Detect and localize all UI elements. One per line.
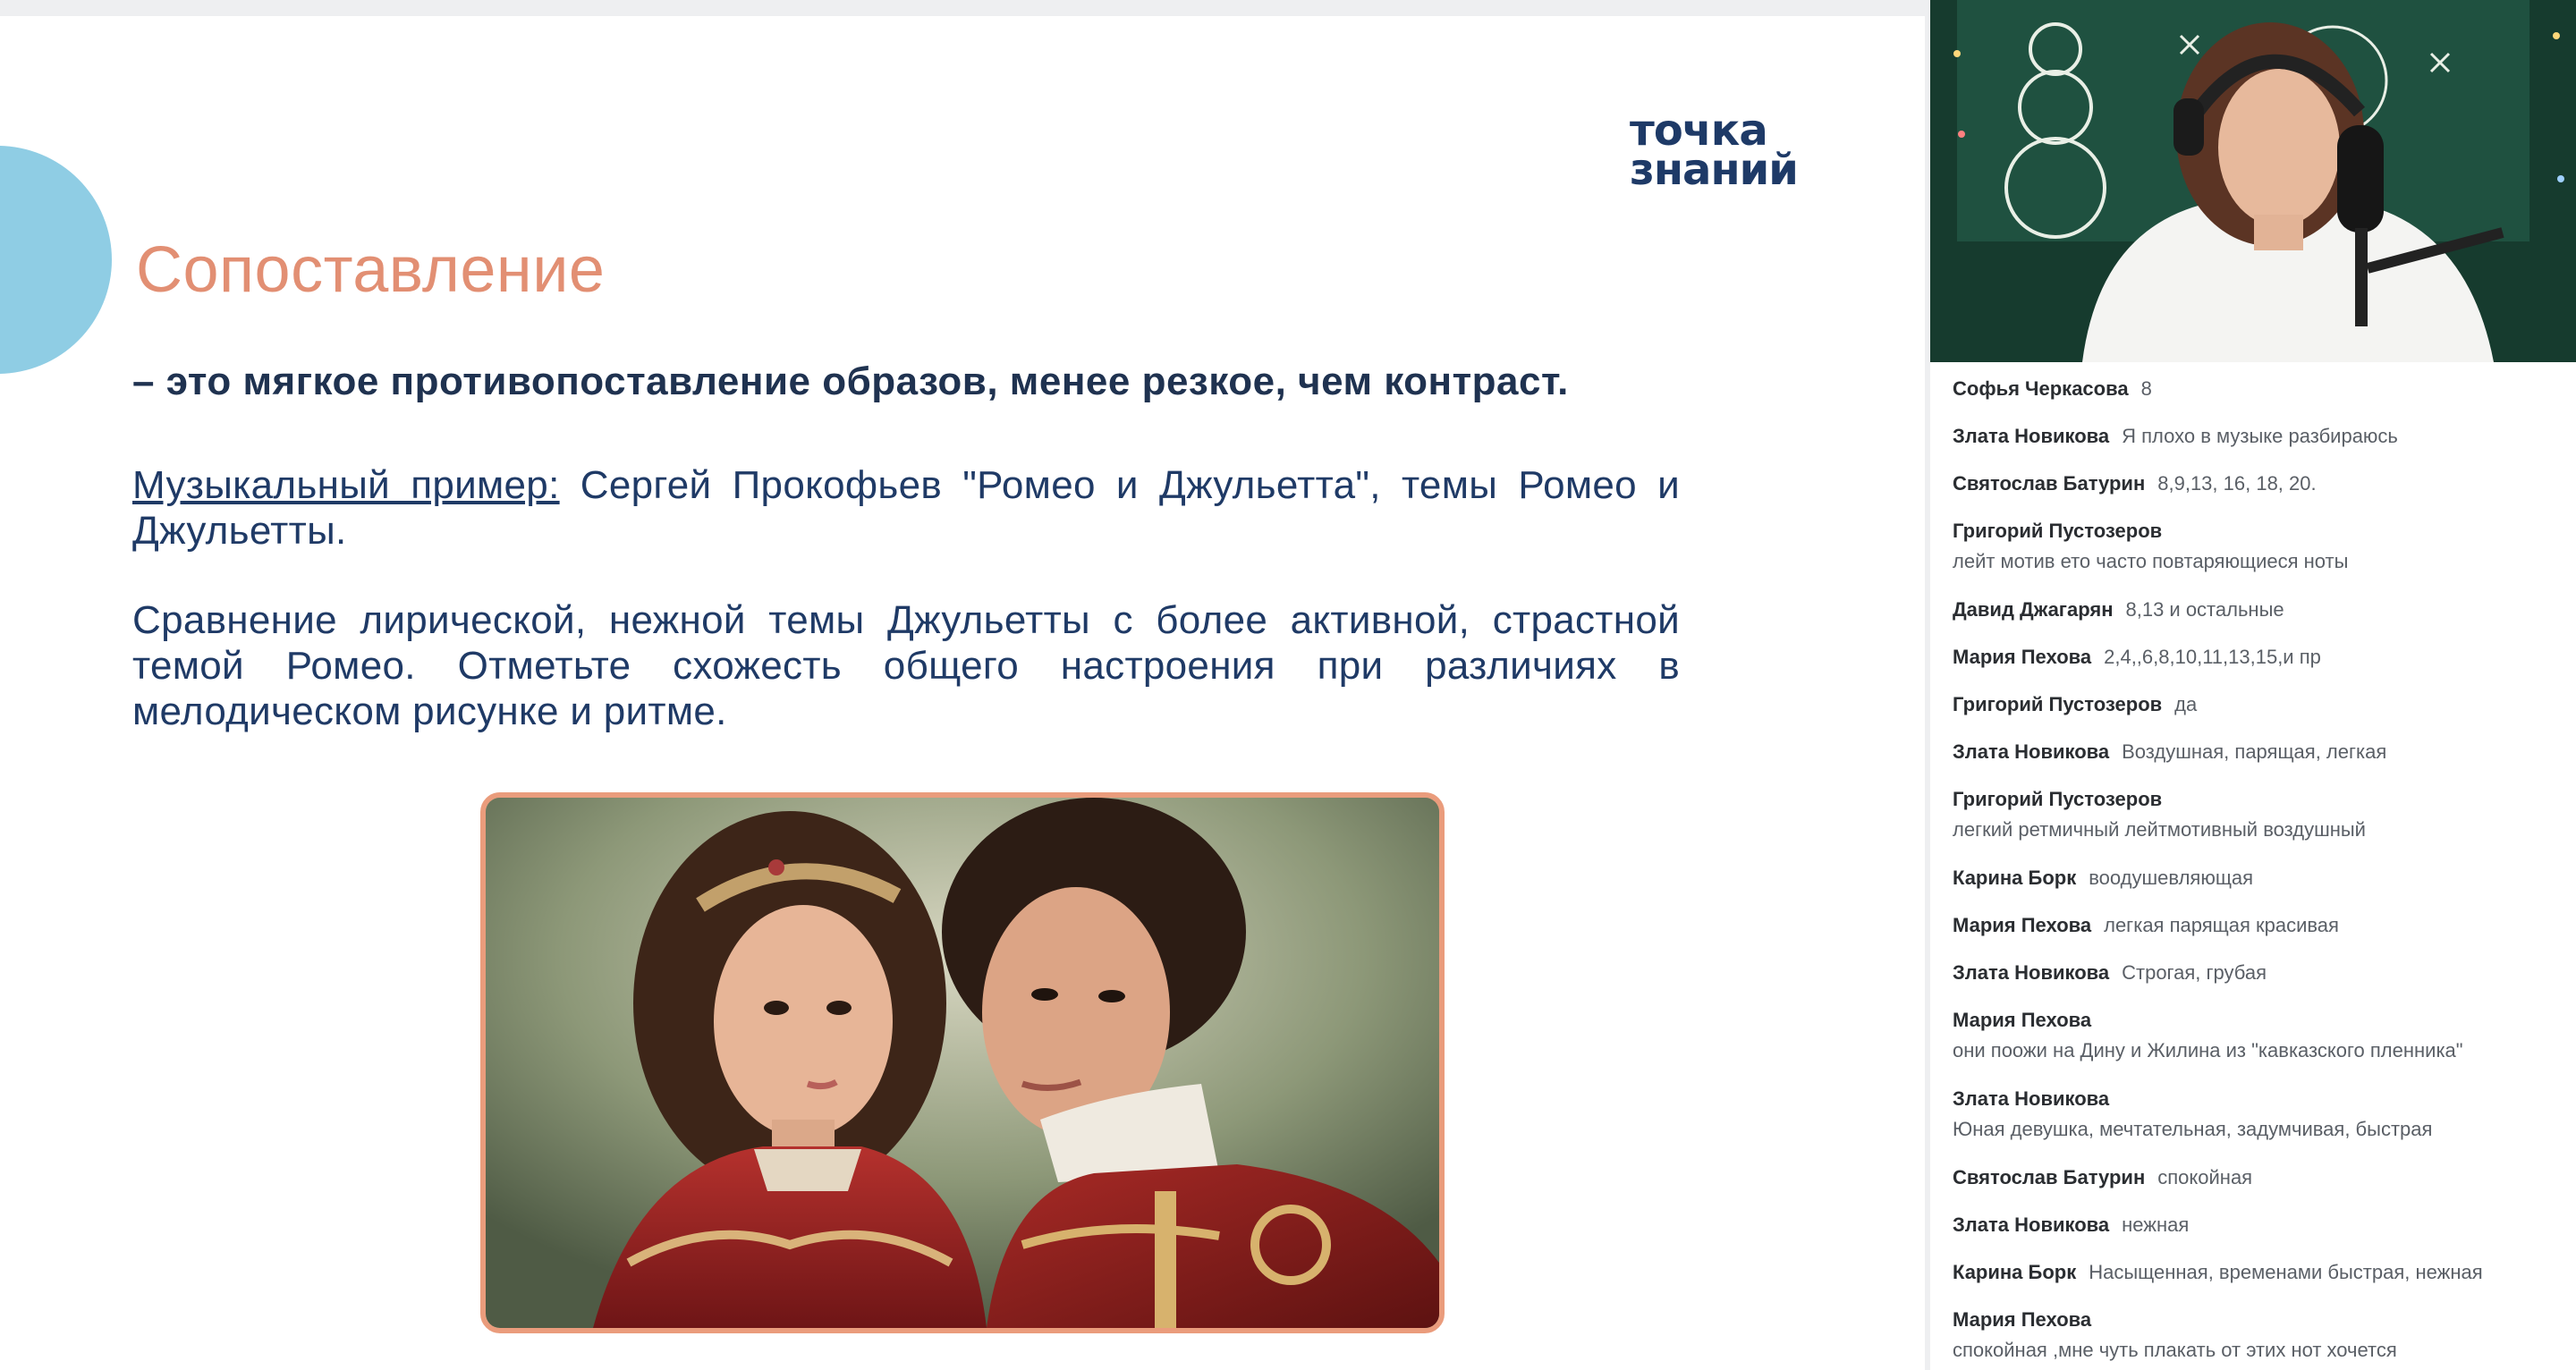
chat-message: Мария Пехова спокойная ,мне чуть плакать … — [1953, 1305, 2570, 1366]
chat-message-author: Софья Черкасова — [1953, 377, 2129, 400]
chat-message-text: Я плохо в музыке разбираюсь — [2122, 425, 2398, 447]
screen: точка знаний Сопоставление – это мягкое … — [0, 0, 2576, 1370]
chat-message: Григорий Пустозеров лейт мотив ето часто … — [1953, 516, 2570, 577]
chat-message: Злата Новикова Строгая, грубая — [1953, 958, 2570, 988]
music-example-paragraph: Музыкальный пример: Сергей Прокофьев "Ро… — [132, 462, 1680, 554]
chat-message-text: нежная — [2122, 1214, 2190, 1236]
presentation-slide: точка знаний Сопоставление – это мягкое … — [0, 16, 1925, 1370]
chat-message: Давид Джагарян 8,13 и остальные — [1953, 595, 2570, 625]
chat-message: Софья Черкасова 8 — [1953, 374, 2570, 404]
chat-message-text: да — [2174, 693, 2198, 715]
chat-message: Григорий Пустозеров да — [1953, 689, 2570, 720]
chat-message-text: лейт мотив ето часто повтаряющиеся ноты — [1953, 550, 2349, 572]
chat-message-author: Мария Пехова — [1953, 646, 2092, 668]
chat-message-author: Злата Новикова — [1953, 740, 2110, 763]
chat-message-author: Григорий Пустозеров — [1953, 520, 2163, 542]
chat-message-text: Насыщенная, временами быстрая, нежная — [2089, 1261, 2483, 1283]
chat-message: Святослав Батурин спокойная — [1953, 1163, 2570, 1193]
chat-message-text: легкий ретмичный лейтмотивный воздушный — [1953, 818, 2366, 841]
chat-message-author: Мария Пехова — [1953, 1009, 2092, 1031]
chat-message: Григорий Пустозеров легкий ретмичный лейт… — [1953, 784, 2570, 845]
romeo-juliet-image — [480, 792, 1445, 1333]
chat-message-author: Злата Новикова — [1953, 1214, 2110, 1236]
chat-message-text: 8,9,13, 16, 18, 20. — [2157, 472, 2317, 495]
webcam-video — [1930, 0, 2576, 362]
comparison-paragraph: Сравнение лирической, нежной темы Джулье… — [132, 598, 1680, 733]
chat-message-text: 2,4,,6,8,10,11,13,15,и пр — [2104, 646, 2321, 668]
chat-message-author: Святослав Батурин — [1953, 472, 2146, 495]
chat-panel: Софья Черкасова 8 Злата Новикова Я плохо в … — [1930, 362, 2576, 1370]
chat-message: Злата Новикова Воздушная, парящая, легкая — [1953, 737, 2570, 767]
chat-message-text: спокойная ,мне чуть плакать от этих нот … — [1953, 1339, 2397, 1361]
chat-message-text: 8 — [2140, 377, 2152, 400]
chat-message-author: Мария Пехова — [1953, 914, 2092, 936]
chat-message: Злата Новикова Я плохо в музыке разбираюс… — [1953, 421, 2570, 452]
decorative-circle — [0, 146, 112, 374]
chat-message: Злата Новикова Юная девушка, мечтательная… — [1953, 1084, 2570, 1145]
chat-message: Злата Новикова нежная — [1953, 1210, 2570, 1240]
chat-message-author: Григорий Пустозеров — [1953, 788, 2163, 810]
chat-message-text: Воздушная, парящая, легкая — [2122, 740, 2387, 763]
chat-message-author: Мария Пехова — [1953, 1308, 2092, 1331]
music-example-label: Музыкальный пример: — [132, 463, 560, 507]
chat-message-text: Строгая, грубая — [2122, 961, 2267, 984]
romeo-juliet-illustration — [486, 798, 1439, 1328]
tochka-znaniy-logo: точка знаний — [1630, 109, 1818, 195]
chat-message: Карина Борк Насыщенная, временами быстрая… — [1953, 1257, 2570, 1288]
chat-message: Карина Борк воодушевляющая — [1953, 863, 2570, 893]
chat-message-text: легкая парящая красивая — [2104, 914, 2339, 936]
chat-message-author: Григорий Пустозеров — [1953, 693, 2163, 715]
chat-message-text: они поожи на Дину и Жилина из "кавказско… — [1953, 1039, 2463, 1061]
chat-message-text: воодушевляющая — [2089, 867, 2254, 889]
chat-message: Мария Пехова они поожи на Дину и Жилина и… — [1953, 1005, 2570, 1066]
chat-message-author: Давид Джагарян — [1953, 598, 2114, 621]
chat-message-author: Святослав Батурин — [1953, 1166, 2146, 1188]
chat-message: Мария Пехова легкая парящая красивая — [1953, 910, 2570, 941]
definition-text: – это мягкое противопоставление образов,… — [132, 359, 1569, 403]
chat-message-author: Злата Новикова — [1953, 1087, 2110, 1110]
logo-line-2: знаний — [1630, 145, 1799, 195]
chat-message: Святослав Батурин 8,9,13, 16, 18, 20. — [1953, 469, 2570, 499]
slide-title: Сопоставление — [136, 234, 606, 306]
chat-message-text: спокойная — [2157, 1166, 2253, 1188]
chat-message: Мария Пехова 2,4,,6,8,10,11,13,15,и пр — [1953, 642, 2570, 672]
chat-message-text: 8,13 и остальные — [2125, 598, 2284, 621]
chat-message-text: Юная девушка, мечтательная, задумчивая, … — [1953, 1118, 2433, 1140]
presenter-webcam-illustration — [1930, 0, 2576, 362]
chat-message-author: Карина Борк — [1953, 867, 2077, 889]
chat-message-author: Злата Новикова — [1953, 961, 2110, 984]
chat-message-author: Карина Борк — [1953, 1261, 2077, 1283]
chat-message-author: Злата Новикова — [1953, 425, 2110, 447]
